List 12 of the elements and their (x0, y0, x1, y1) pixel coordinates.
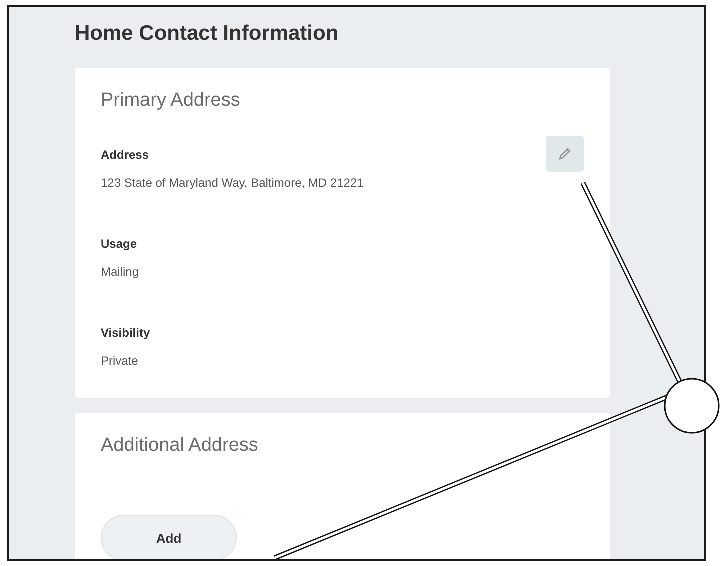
field-value: Private (101, 354, 140, 368)
field-label: Address (101, 148, 150, 162)
section-title: Primary Address (101, 90, 242, 112)
field-label: Visibility (101, 326, 152, 340)
page-title: Home Contact Information (75, 21, 340, 47)
pencil-icon (557, 146, 573, 162)
field-value: Mailing (101, 265, 140, 279)
add-button[interactable]: Add (101, 515, 237, 559)
field-label: Usage (101, 237, 138, 251)
field-value: 123 State of Maryland Way, Baltimore, MD 21221 (101, 176, 364, 190)
section-title: Additional Address (101, 435, 260, 457)
edit-button[interactable] (546, 136, 584, 172)
